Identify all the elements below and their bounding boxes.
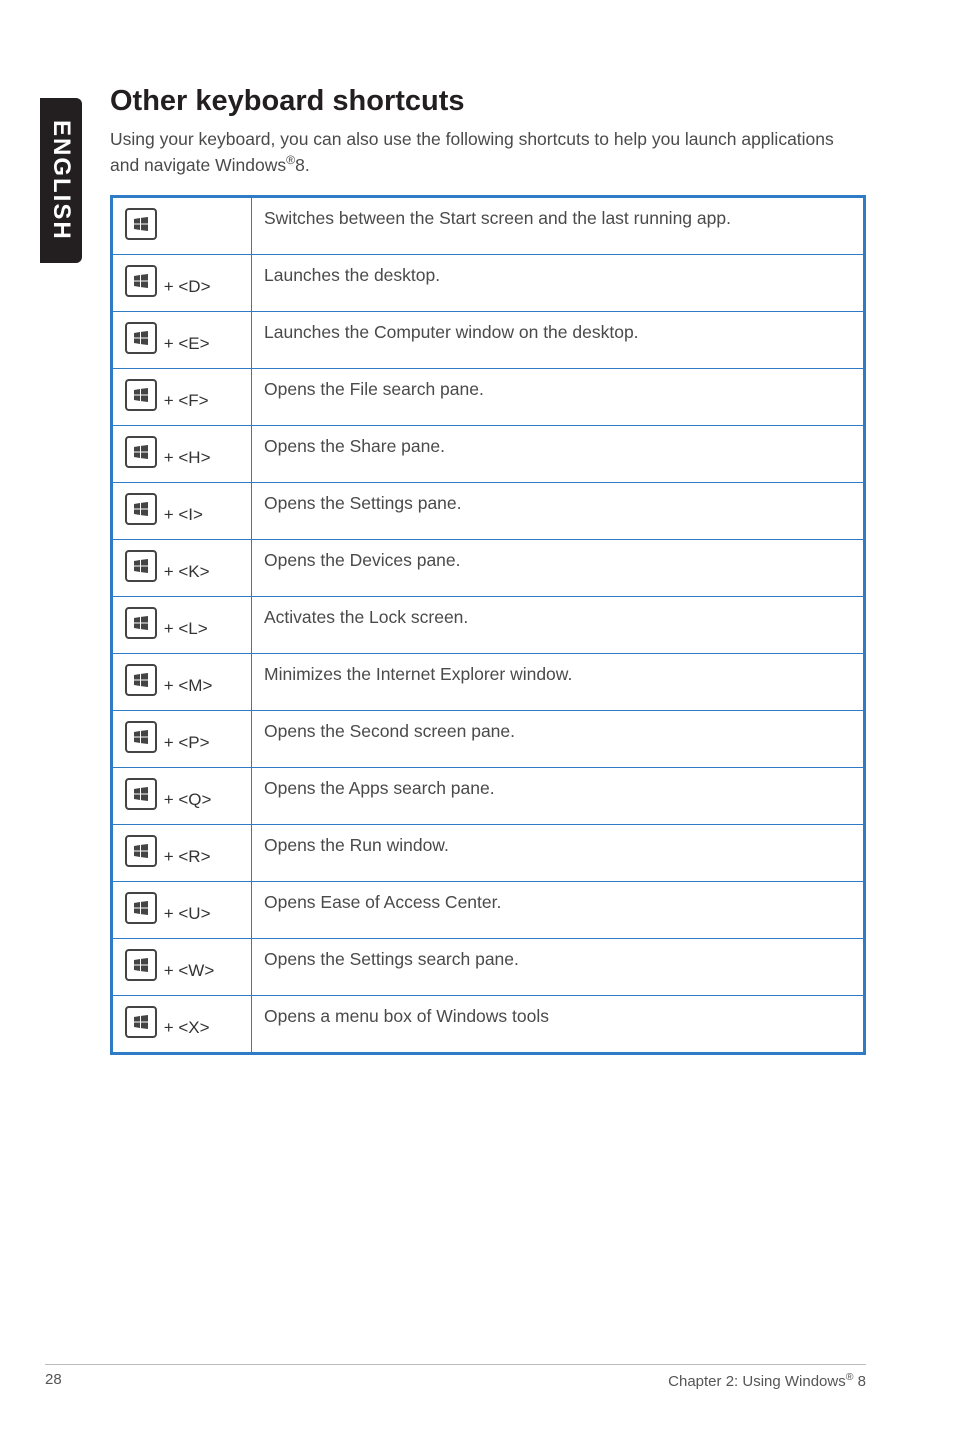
shortcut-key-cell: + <E> bbox=[112, 312, 252, 369]
shortcut-key-suffix: + <F> bbox=[159, 391, 209, 410]
shortcut-description: Minimizes the Internet Explorer window. bbox=[252, 654, 865, 711]
shortcut-description: Opens Ease of Access Center. bbox=[252, 882, 865, 939]
table-row: + <R> Opens the Run window. bbox=[112, 825, 865, 882]
intro-before: Using your keyboard, you can also use th… bbox=[110, 129, 834, 174]
shortcut-key-suffix: + <D> bbox=[159, 277, 211, 296]
shortcut-key-suffix: + <Q> bbox=[159, 790, 211, 809]
shortcut-description: Opens the Share pane. bbox=[252, 426, 865, 483]
windows-key-icon bbox=[125, 721, 157, 753]
table-row: + <D> Launches the desktop. bbox=[112, 255, 865, 312]
table-row: + <P> Opens the Second screen pane. bbox=[112, 711, 865, 768]
footer: 28 Chapter 2: Using Windows® 8 bbox=[45, 1364, 866, 1390]
table-row: + <H> Opens the Share pane. bbox=[112, 426, 865, 483]
shortcut-key-cell: + <H> bbox=[112, 426, 252, 483]
shortcut-description: Opens the Devices pane. bbox=[252, 540, 865, 597]
table-row: + <I> Opens the Settings pane. bbox=[112, 483, 865, 540]
windows-key-icon bbox=[125, 778, 157, 810]
language-tab-label: ENGLISH bbox=[47, 120, 75, 241]
shortcut-key-cell: + <K> bbox=[112, 540, 252, 597]
shortcut-key-suffix: + <R> bbox=[159, 847, 211, 866]
language-tab: ENGLISH bbox=[40, 98, 82, 263]
windows-key-icon bbox=[125, 664, 157, 696]
windows-key-icon bbox=[125, 379, 157, 411]
shortcut-key-cell: + <Q> bbox=[112, 768, 252, 825]
shortcut-key-cell: + <I> bbox=[112, 483, 252, 540]
shortcut-description: Launches the desktop. bbox=[252, 255, 865, 312]
windows-key-icon bbox=[125, 550, 157, 582]
shortcut-key-suffix: + <H> bbox=[159, 448, 211, 467]
windows-key-icon bbox=[125, 949, 157, 981]
shortcut-key-suffix: + <L> bbox=[159, 619, 208, 638]
windows-key-icon bbox=[125, 1006, 157, 1038]
shortcut-description: Opens the Settings pane. bbox=[252, 483, 865, 540]
intro-paragraph: Using your keyboard, you can also use th… bbox=[110, 128, 866, 177]
shortcut-description: Opens a menu box of Windows tools bbox=[252, 996, 865, 1054]
table-row: + <L> Activates the Lock screen. bbox=[112, 597, 865, 654]
page-title: Other keyboard shortcuts bbox=[110, 85, 866, 118]
shortcut-description: Opens the Settings search pane. bbox=[252, 939, 865, 996]
shortcut-key-cell: + <P> bbox=[112, 711, 252, 768]
shortcut-key-cell: + <L> bbox=[112, 597, 252, 654]
shortcut-key-cell: + <W> bbox=[112, 939, 252, 996]
table-row: + <K> Opens the Devices pane. bbox=[112, 540, 865, 597]
chapter-label: Chapter 2: Using Windows® 8 bbox=[668, 1371, 866, 1390]
windows-key-icon bbox=[125, 208, 157, 240]
windows-key-icon bbox=[125, 322, 157, 354]
shortcut-key-cell: + <X> bbox=[112, 996, 252, 1054]
shortcut-description: Opens the Run window. bbox=[252, 825, 865, 882]
table-row: + <X> Opens a menu box of Windows tools bbox=[112, 996, 865, 1054]
shortcut-key-cell: + <F> bbox=[112, 369, 252, 426]
shortcut-key-suffix: + <X> bbox=[159, 1018, 210, 1037]
shortcut-key-suffix: + <U> bbox=[159, 904, 211, 923]
table-row: + <F> Opens the File search pane. bbox=[112, 369, 865, 426]
shortcut-key-cell: + <D> bbox=[112, 255, 252, 312]
table-row: + <E> Launches the Computer window on the… bbox=[112, 312, 865, 369]
windows-key-icon bbox=[125, 835, 157, 867]
shortcut-description: Switches between the Start screen and th… bbox=[252, 197, 865, 255]
shortcut-description: Launches the Computer window on the desk… bbox=[252, 312, 865, 369]
table-row: + <M> Minimizes the Internet Explorer win… bbox=[112, 654, 865, 711]
windows-key-icon bbox=[125, 436, 157, 468]
shortcut-table: Switches between the Start screen and th… bbox=[110, 195, 866, 1055]
shortcut-key-cell: + <U> bbox=[112, 882, 252, 939]
shortcut-key-suffix: + <E> bbox=[159, 334, 210, 353]
table-row: + <U> Opens Ease of Access Center. bbox=[112, 882, 865, 939]
table-row: + <Q> Opens the Apps search pane. bbox=[112, 768, 865, 825]
shortcut-key-cell: + <R> bbox=[112, 825, 252, 882]
shortcut-key-cell bbox=[112, 197, 252, 255]
windows-key-icon bbox=[125, 493, 157, 525]
shortcut-description: Opens the Apps search pane. bbox=[252, 768, 865, 825]
windows-key-icon bbox=[125, 607, 157, 639]
shortcut-key-suffix: + <K> bbox=[159, 562, 210, 581]
windows-key-icon bbox=[125, 892, 157, 924]
shortcut-key-suffix: + <M> bbox=[159, 676, 212, 695]
intro-after: 8. bbox=[295, 154, 310, 174]
table-row: Switches between the Start screen and th… bbox=[112, 197, 865, 255]
shortcut-key-suffix: + <I> bbox=[159, 505, 203, 524]
shortcut-description: Opens the File search pane. bbox=[252, 369, 865, 426]
windows-key-icon bbox=[125, 265, 157, 297]
shortcut-key-suffix: + <W> bbox=[159, 961, 214, 980]
shortcut-key-cell: + <M> bbox=[112, 654, 252, 711]
shortcut-description: Opens the Second screen pane. bbox=[252, 711, 865, 768]
shortcut-description: Activates the Lock screen. bbox=[252, 597, 865, 654]
page-number: 28 bbox=[45, 1371, 62, 1390]
shortcut-key-suffix: + <P> bbox=[159, 733, 210, 752]
table-row: + <W> Opens the Settings search pane. bbox=[112, 939, 865, 996]
intro-registered: ® bbox=[286, 153, 295, 167]
